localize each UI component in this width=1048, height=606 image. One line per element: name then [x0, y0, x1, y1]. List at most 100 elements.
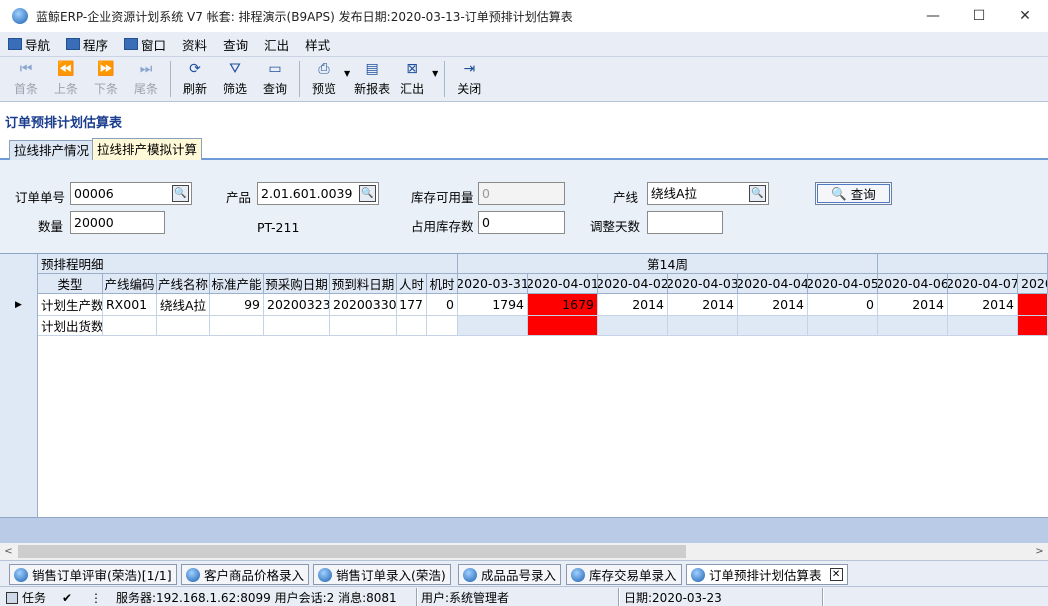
close-window-button[interactable]: ✕: [1002, 0, 1048, 32]
current-row-indicator[interactable]: ▶: [0, 294, 38, 316]
cell-date-value[interactable]: 2014: [668, 294, 738, 316]
menu-query[interactable]: 查询: [215, 32, 256, 57]
col-date[interactable]: 2020-04-04: [738, 274, 808, 294]
cell-arrival-date[interactable]: [330, 316, 397, 336]
query-button[interactable]: 🔍 查询: [815, 182, 892, 205]
cell-date-value[interactable]: 0: [808, 294, 878, 316]
cell-type[interactable]: 计划出货数: [38, 316, 103, 336]
horizontal-scrollbar[interactable]: < >: [0, 543, 1048, 560]
cell-line-code[interactable]: [103, 316, 157, 336]
col-man-hours[interactable]: 人时: [397, 274, 427, 294]
preview-dropdown-arrow[interactable]: ▼: [344, 69, 350, 78]
col-date[interactable]: 2020-03-31: [458, 274, 528, 294]
col-date[interactable]: 2020-04-07: [948, 274, 1018, 294]
prev-record-button[interactable]: ⏪ 上条: [46, 58, 86, 100]
close-button[interactable]: ⇥ 关闭: [449, 58, 489, 100]
col-machine-hours[interactable]: 机时: [427, 274, 458, 294]
cell-date-value[interactable]: 2014: [738, 294, 808, 316]
checkmark-icon[interactable]: ✔: [62, 589, 72, 606]
tab-line-simulation[interactable]: 拉线排产模拟计算: [92, 138, 203, 160]
cell-purchase-date[interactable]: 20200323: [264, 294, 330, 316]
col-date[interactable]: 2020-04-06: [878, 274, 948, 294]
cell-type[interactable]: 计划生产数: [38, 294, 103, 316]
maximize-button[interactable]: ☐: [956, 0, 1002, 32]
new-report-button[interactable]: ▤ 新报表: [352, 58, 392, 100]
qty-field[interactable]: 20000: [70, 211, 165, 234]
cell-line-name[interactable]: 绕线A拉: [157, 294, 210, 316]
cell-capacity[interactable]: [210, 316, 264, 336]
cell-date-value[interactable]: [808, 316, 878, 336]
scroll-thumb[interactable]: [18, 545, 686, 558]
cell-line-name[interactable]: [157, 316, 210, 336]
col-date[interactable]: 2020-04-03: [668, 274, 738, 294]
cell-machine-hours[interactable]: 0: [427, 294, 458, 316]
menu-data[interactable]: 资料: [174, 32, 215, 57]
menu-export[interactable]: 汇出: [256, 32, 297, 57]
preview-button[interactable]: ⎙ 预览: [304, 58, 344, 100]
col-type[interactable]: 类型: [38, 274, 103, 294]
cell-date-value[interactable]: 2014: [598, 294, 668, 316]
task-inventory-trans[interactable]: 库存交易单录入: [566, 564, 682, 585]
next-record-button[interactable]: ⏩ 下条: [86, 58, 126, 100]
task-customer-price[interactable]: 客户商品价格录入: [181, 564, 310, 585]
cell-date-value[interactable]: [738, 316, 808, 336]
task-order-plan[interactable]: 订单预排计划估算表 ✕: [686, 564, 848, 585]
cell-date-value-shortage[interactable]: [1018, 294, 1048, 316]
line-field[interactable]: 绕线A拉 🔍: [647, 182, 769, 205]
adjust-days-field[interactable]: [647, 211, 723, 234]
cell-arrival-date[interactable]: 20200330: [330, 294, 397, 316]
cell-date-value[interactable]: [878, 316, 948, 336]
task-product-no[interactable]: 成品品号录入: [458, 564, 562, 585]
col-date[interactable]: 2020-04-01: [528, 274, 598, 294]
minimize-button[interactable]: —: [910, 0, 956, 32]
cell-date-value-shortage[interactable]: [528, 316, 598, 336]
first-record-button[interactable]: ⏮ 首条: [6, 58, 46, 100]
search-icon[interactable]: 🔍: [172, 185, 189, 202]
export-dropdown-arrow[interactable]: ▼: [432, 69, 438, 78]
search-icon[interactable]: 🔍: [749, 185, 766, 202]
cell-date-value[interactable]: [668, 316, 738, 336]
order-no-field[interactable]: 00006 🔍: [70, 182, 192, 205]
menu-program[interactable]: 程序: [58, 32, 116, 57]
col-purchase-date[interactable]: 预采购日期: [264, 274, 330, 294]
cell-date-value[interactable]: 1794: [458, 294, 528, 316]
cell-man-hours[interactable]: 177: [397, 294, 427, 316]
col-date[interactable]: 2020: [1018, 274, 1048, 294]
col-date[interactable]: 2020-04-05: [808, 274, 878, 294]
col-line-name[interactable]: 产线名称: [157, 274, 210, 294]
cell-date-value[interactable]: [598, 316, 668, 336]
menu-nav[interactable]: 导航: [0, 32, 58, 57]
task-sales-review[interactable]: 销售订单评审(荣浩)[1/1]: [9, 564, 177, 585]
close-tab-icon[interactable]: ✕: [829, 568, 843, 581]
query-toolbar-button[interactable]: ▭ 查询: [255, 58, 295, 100]
col-arrival-date[interactable]: 预到料日期: [330, 274, 397, 294]
last-record-button[interactable]: ⏭ 尾条: [126, 58, 166, 100]
stock-used-field[interactable]: 0: [478, 211, 565, 234]
col-date[interactable]: 2020-04-02: [598, 274, 668, 294]
task-sales-order[interactable]: 销售订单录入(荣浩): [313, 564, 451, 585]
cell-date-value[interactable]: 2014: [948, 294, 1018, 316]
search-icon[interactable]: 🔍: [359, 185, 376, 202]
refresh-button[interactable]: ⟳ 刷新: [175, 58, 215, 100]
scroll-right-icon[interactable]: >: [1031, 543, 1048, 560]
col-capacity[interactable]: 标准产能: [210, 274, 264, 294]
cell-date-value[interactable]: [948, 316, 1018, 336]
cell-date-value-shortage[interactable]: 1679: [528, 294, 598, 316]
cell-line-code[interactable]: RX001: [103, 294, 157, 316]
cell-capacity[interactable]: 99: [210, 294, 264, 316]
col-line-code[interactable]: 产线编码: [103, 274, 157, 294]
menu-window[interactable]: 窗口: [116, 32, 174, 57]
tab-line-schedule[interactable]: 拉线排产情况: [9, 140, 95, 160]
export-button[interactable]: ⊠ 汇出: [392, 58, 432, 100]
cell-man-hours[interactable]: [397, 316, 427, 336]
scroll-left-icon[interactable]: <: [0, 543, 17, 560]
cell-date-value[interactable]: [458, 316, 528, 336]
cell-date-value-shortage[interactable]: [1018, 316, 1048, 336]
task-button[interactable]: 任务: [6, 589, 46, 606]
cell-purchase-date[interactable]: [264, 316, 330, 336]
menu-style[interactable]: 样式: [297, 32, 338, 57]
product-field[interactable]: 2.01.601.0039 🔍: [257, 182, 379, 205]
cell-machine-hours[interactable]: [427, 316, 458, 336]
cell-date-value[interactable]: 2014: [878, 294, 948, 316]
filter-button[interactable]: ⛛ 筛选: [215, 58, 255, 100]
